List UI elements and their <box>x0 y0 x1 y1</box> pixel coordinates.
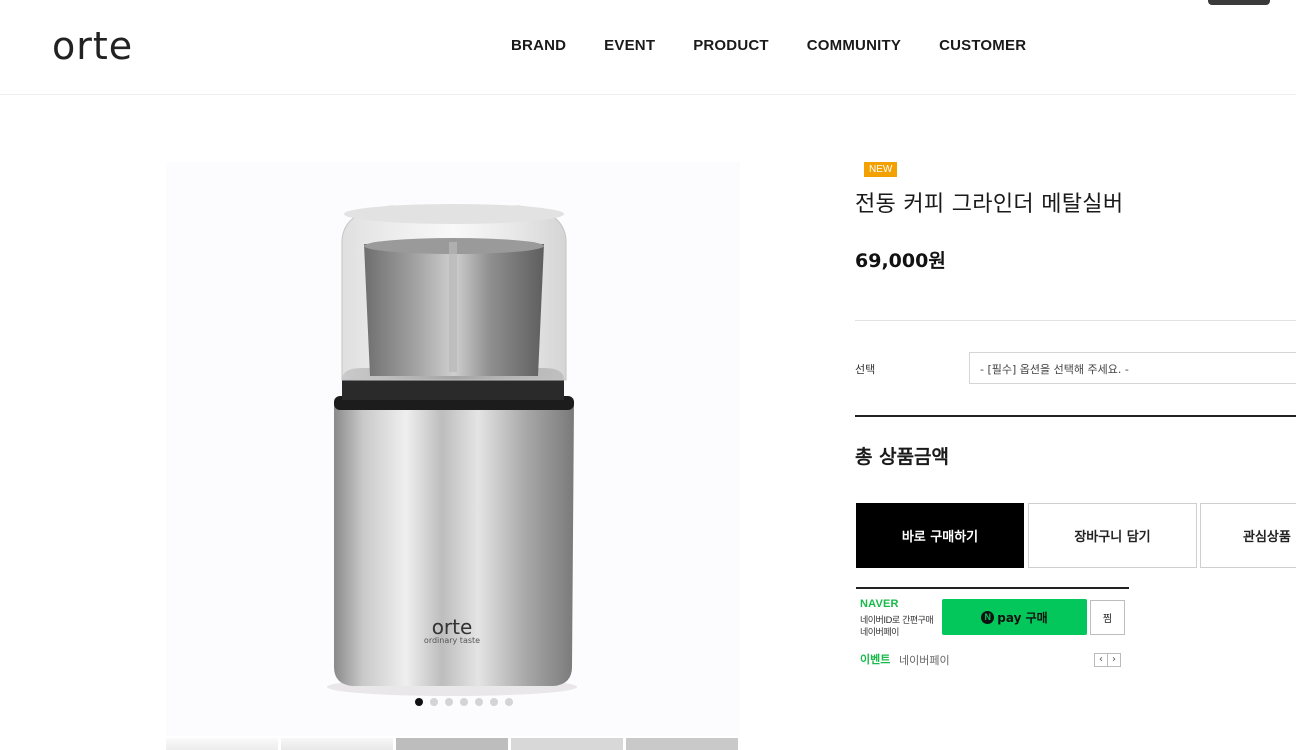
product-tagline-text: ordinary taste <box>424 636 480 645</box>
product-image[interactable]: orte ordinary taste <box>166 162 740 736</box>
naver-n-icon: N <box>981 610 995 624</box>
carousel-dot[interactable] <box>460 698 468 706</box>
nav-event[interactable]: EVENT <box>604 37 655 54</box>
divider <box>855 320 1296 321</box>
option-label: 선택 <box>855 363 876 376</box>
add-to-cart-button[interactable]: 장바구니 담기 <box>1028 503 1197 568</box>
thumbnail[interactable] <box>511 738 623 750</box>
carousel-dot[interactable] <box>415 698 423 706</box>
naver-pay-box: NAVER 네이버ID로 간편구매 네이버페이 N pay 구매 찜 이벤트 네… <box>856 587 1129 669</box>
event-pager: ‹ › <box>1094 653 1121 667</box>
top-tab-handle[interactable] <box>1208 0 1270 5</box>
divider <box>855 415 1296 417</box>
naver-event-text[interactable]: 네이버페이 <box>899 652 950 668</box>
chevron-left-icon[interactable]: ‹ <box>1094 653 1108 667</box>
naver-event-label: 이벤트 <box>860 653 891 666</box>
nav-product[interactable]: PRODUCT <box>693 37 769 54</box>
thumbnail-strip <box>166 738 740 750</box>
new-badge: NEW <box>864 162 898 177</box>
option-select[interactable]: - [필수] 옵션을 선택해 주세요. - <box>969 352 1296 384</box>
thumbnail[interactable] <box>281 738 393 750</box>
carousel-dot[interactable] <box>505 698 513 706</box>
carousel-dot[interactable] <box>445 698 453 706</box>
product-title: 전동 커피 그라인더 메탈실버 <box>855 192 1124 217</box>
nav-brand[interactable]: BRAND <box>511 37 566 54</box>
carousel-dot[interactable] <box>430 698 438 706</box>
chevron-right-icon[interactable]: › <box>1107 653 1121 667</box>
nav-customer[interactable]: CUSTOMER <box>939 37 1026 54</box>
buy-now-button[interactable]: 바로 구매하기 <box>856 503 1024 568</box>
wishlist-button[interactable]: 관심상품 <box>1200 503 1296 568</box>
naver-pay-buy-label: pay 구매 <box>997 610 1048 625</box>
site-header: orte BRAND EVENT PRODUCT COMMUNITY CUSTO… <box>0 0 1296 95</box>
carousel-dots <box>166 698 740 706</box>
naver-pay-desc: 네이버페이 <box>860 628 899 638</box>
nav-community[interactable]: COMMUNITY <box>807 37 901 54</box>
thumbnail[interactable] <box>166 738 278 750</box>
site-logo[interactable]: orte <box>52 24 133 68</box>
naver-zzim-button[interactable]: 찜 <box>1090 600 1125 635</box>
carousel-dot[interactable] <box>490 698 498 706</box>
coffee-grinder-image: orte ordinary taste <box>327 204 577 696</box>
thumbnail[interactable] <box>626 738 738 750</box>
product-price: 69,000원 <box>855 250 946 272</box>
main-nav: BRAND EVENT PRODUCT COMMUNITY CUSTOMER <box>511 37 1064 54</box>
total-price-label: 총 상품금액 <box>855 446 950 468</box>
carousel-dot[interactable] <box>475 698 483 706</box>
naver-logo: NAVER <box>860 598 899 610</box>
thumbnail[interactable] <box>396 738 508 750</box>
naver-pay-buy-button[interactable]: N pay 구매 <box>942 599 1087 635</box>
